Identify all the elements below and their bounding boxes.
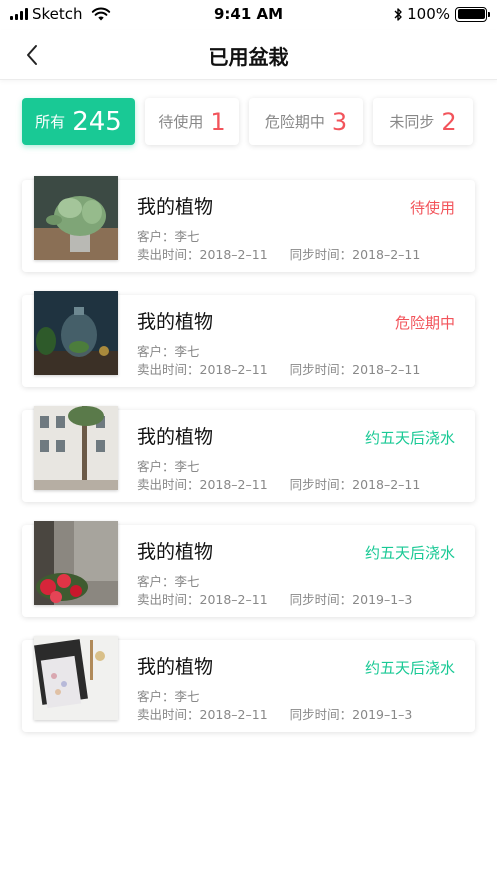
sold-time: 卖出时间：2018–2–11 (137, 362, 268, 377)
tab-unsynced[interactable]: 未同步 2 (373, 98, 473, 145)
plant-photo (34, 406, 118, 490)
customer-text: 客户：李七 (137, 459, 200, 474)
plant-card[interactable]: 我的植物 约五天后浇水 客户：李七 卖出时间：2018–2–11 同步时间：201… (22, 521, 475, 617)
plant-list: 我的植物 待使用 客户：李七 卖出时间：2018–2–11 同步时间：2018–2… (22, 176, 475, 755)
plant-card[interactable]: 我的植物 约五天后浇水 客户：李七 卖出时间：2018–2–11 同步时间：201… (22, 636, 475, 732)
time-info: 卖出时间：2018–2–11 同步时间：2018–2–11 (137, 474, 420, 493)
time-info: 卖出时间：2018–2–11 同步时间：2019–1–3 (137, 589, 412, 608)
time-info: 卖出时间：2018–2–11 同步时间：2018–2–11 (137, 244, 420, 263)
sync-time: 同步时间：2019–1–3 (289, 707, 413, 722)
tab-label: 危险期中 (264, 113, 325, 131)
status-bar: Sketch 9:41 AM 100% (0, 0, 497, 30)
battery-percent: 100% (407, 5, 450, 23)
tab-label: 待使用 (158, 113, 204, 131)
time-info: 卖出时间：2018–2–11 同步时间：2019–1–3 (137, 704, 412, 723)
sold-time: 卖出时间：2018–2–11 (137, 477, 268, 492)
plant-title: 我的植物 (137, 196, 214, 218)
customer-text: 客户：李七 (137, 574, 200, 589)
sync-time: 同步时间：2018–2–11 (289, 247, 421, 262)
status-badge: 待使用 (409, 199, 455, 217)
status-right: 100% (393, 5, 490, 23)
filter-tabs: 所有 245 待使用 1 危险期中 3 未同步 2 (22, 98, 473, 145)
plant-title: 我的植物 (137, 541, 214, 563)
nav-bar: 已用盆栽 (0, 30, 497, 80)
battery-icon (455, 6, 490, 22)
page-title: 已用盆栽 (208, 45, 289, 69)
bluetooth-icon (394, 7, 402, 21)
status-badge: 危险期中 (394, 314, 455, 332)
tab-count: 3 (331, 107, 348, 136)
customer-text: 客户：李七 (137, 344, 200, 359)
plant-photo (34, 291, 118, 375)
tab-pending[interactable]: 待使用 1 (145, 98, 239, 145)
plant-title: 我的植物 (137, 311, 214, 333)
sync-time: 同步时间：2018–2–11 (289, 362, 421, 377)
plant-photo (34, 521, 118, 605)
status-badge: 约五天后浇水 (364, 429, 455, 447)
tab-count: 2 (441, 107, 457, 136)
plant-title: 我的植物 (137, 426, 214, 448)
time-info: 卖出时间：2018–2–11 同步时间：2018–2–11 (137, 359, 420, 378)
tab-label: 未同步 (389, 113, 435, 131)
plant-card[interactable]: 我的植物 待使用 客户：李七 卖出时间：2018–2–11 同步时间：2018–2… (22, 176, 475, 272)
customer-text: 客户：李七 (137, 229, 200, 244)
sync-time: 同步时间：2018–2–11 (289, 477, 421, 492)
plant-photo (34, 636, 118, 720)
tab-all[interactable]: 所有 245 (22, 98, 135, 145)
plant-photo (34, 176, 118, 260)
plant-title: 我的植物 (137, 656, 214, 678)
tab-count: 245 (72, 106, 122, 137)
sold-time: 卖出时间：2018–2–11 (137, 592, 268, 607)
sold-time: 卖出时间：2018–2–11 (137, 707, 268, 722)
status-badge: 约五天后浇水 (364, 544, 455, 562)
customer-text: 客户：李七 (137, 689, 200, 704)
tab-danger[interactable]: 危险期中 3 (249, 98, 363, 145)
tab-count: 1 (210, 107, 226, 136)
status-badge: 约五天后浇水 (364, 659, 455, 677)
sold-time: 卖出时间：2018–2–11 (137, 247, 268, 262)
plant-card[interactable]: 我的植物 危险期中 客户：李七 卖出时间：2018–2–11 同步时间：2018–… (22, 291, 475, 387)
plant-card[interactable]: 我的植物 约五天后浇水 客户：李七 卖出时间：2018–2–11 同步时间：201… (22, 406, 475, 502)
tab-label: 所有 (35, 113, 66, 131)
sync-time: 同步时间：2019–1–3 (289, 592, 413, 607)
